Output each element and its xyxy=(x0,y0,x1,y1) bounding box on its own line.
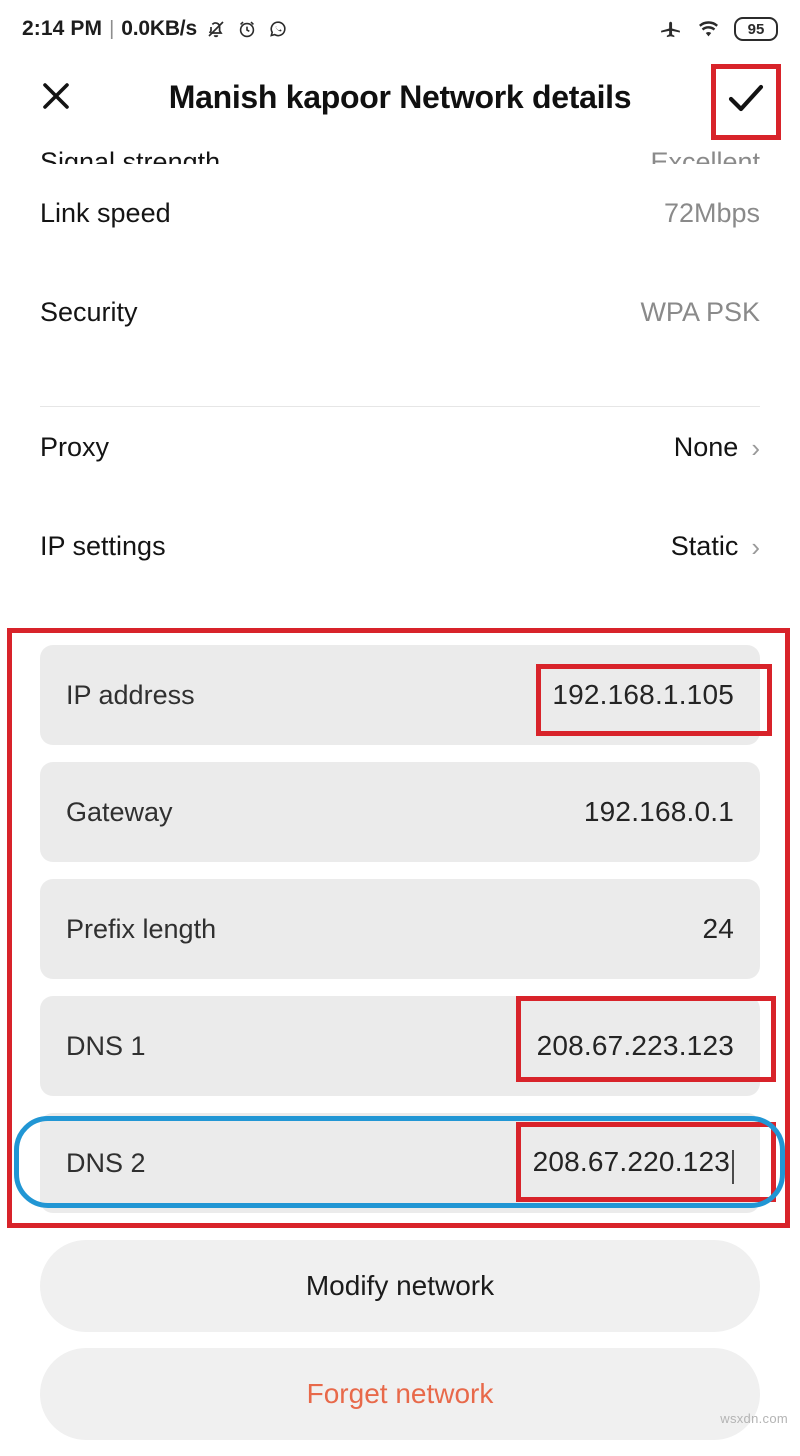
chevron-right-icon: › xyxy=(751,531,760,562)
detail-value: 72Mbps xyxy=(663,198,760,228)
detail-value: WPA PSK xyxy=(640,297,760,327)
annotation-box-confirm xyxy=(711,64,781,140)
setting-value-group: Static › xyxy=(671,531,760,562)
status-bar-left: 2:14 PM | 0.0KB/s xyxy=(22,17,290,41)
action-buttons: Modify network Forget network xyxy=(0,1240,800,1456)
field-gateway[interactable]: Gateway 192.168.0.1 xyxy=(40,762,760,862)
field-label: DNS 2 xyxy=(66,1147,146,1178)
field-label: IP address xyxy=(66,679,195,710)
close-icon xyxy=(43,83,69,109)
field-label: DNS 1 xyxy=(66,1030,146,1061)
setting-row-proxy[interactable]: Proxy None › xyxy=(0,398,800,497)
status-bar-right: 95 xyxy=(658,17,778,42)
alarm-clock-icon xyxy=(235,17,259,41)
field-ip-address[interactable]: IP address 192.168.1.105 xyxy=(40,645,760,745)
whatsapp-icon xyxy=(266,17,290,41)
battery-indicator: 95 xyxy=(734,17,778,41)
detail-label: Signal strength xyxy=(40,147,221,164)
detail-row-link-speed: Link speed 72Mbps xyxy=(0,164,800,263)
network-details-list: Signal strength Excellent Link speed 72M… xyxy=(0,136,800,596)
setting-label: Proxy xyxy=(40,432,110,462)
app-bar: Manish kapoor Network details xyxy=(0,58,800,136)
dns1-input[interactable]: 208.67.223.123 xyxy=(537,1030,734,1062)
setting-label: IP settings xyxy=(40,531,166,561)
static-ip-fields: IP address 192.168.1.105 Gateway 192.168… xyxy=(0,645,800,1230)
text-cursor xyxy=(732,1150,734,1185)
chevron-right-icon: › xyxy=(751,432,760,463)
field-label: Gateway xyxy=(66,796,173,827)
page-title: Manish kapoor Network details xyxy=(168,78,632,115)
detail-label: Security xyxy=(40,297,138,327)
field-prefix-length[interactable]: Prefix length 24 xyxy=(40,879,760,979)
ip-address-input[interactable]: 192.168.1.105 xyxy=(552,679,734,711)
airplane-mode-icon xyxy=(658,17,683,42)
status-network-speed: 0.0KB/s xyxy=(121,17,197,40)
status-bar: 2:14 PM | 0.0KB/s 95 xyxy=(0,0,800,58)
detail-row-security: Security WPA PSK xyxy=(0,263,800,362)
detail-label: Link speed xyxy=(40,198,171,228)
setting-value-group: None › xyxy=(674,432,760,463)
dns2-input[interactable]: 208.67.220.123 xyxy=(533,1146,734,1185)
bell-muted-icon xyxy=(204,17,228,41)
modify-network-button[interactable]: Modify network xyxy=(40,1240,760,1332)
wifi-icon xyxy=(696,17,721,42)
close-button[interactable] xyxy=(36,76,76,116)
setting-value: Static xyxy=(670,531,739,561)
detail-value: Excellent xyxy=(650,147,760,164)
prefix-length-input[interactable]: 24 xyxy=(702,913,734,945)
status-time: 2:14 PM xyxy=(22,17,103,40)
setting-value: None xyxy=(673,432,739,462)
watermark: wsxdn.com xyxy=(720,1411,788,1426)
forget-network-button[interactable]: Forget network xyxy=(40,1348,760,1440)
field-dns-1[interactable]: DNS 1 208.67.223.123 xyxy=(40,996,760,1096)
setting-row-ip-settings[interactable]: IP settings Static › xyxy=(0,497,800,596)
detail-row-signal-strength: Signal strength Excellent xyxy=(0,136,800,164)
field-dns-2[interactable]: DNS 2 208.67.220.123 xyxy=(40,1113,760,1213)
status-separator: | xyxy=(109,17,115,40)
field-label: Prefix length xyxy=(66,913,217,944)
gateway-input[interactable]: 192.168.0.1 xyxy=(584,796,734,828)
